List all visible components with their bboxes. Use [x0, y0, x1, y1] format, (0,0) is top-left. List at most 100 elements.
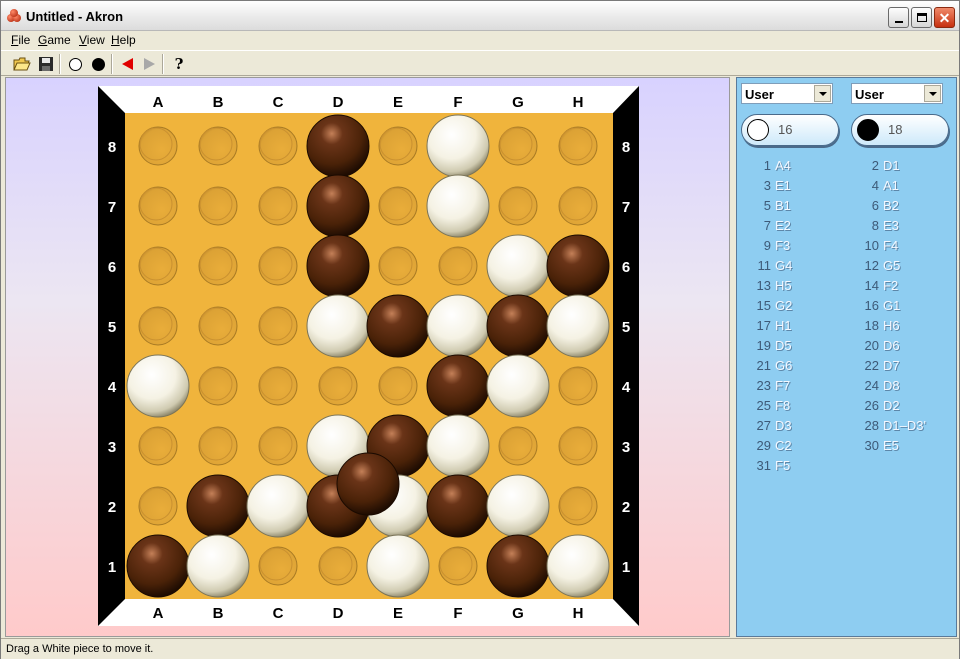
black-stone[interactable]: [306, 114, 370, 178]
side-panel: User User 16 18 1 A4 3 E1 5 B1 7 E2 9 F3 11 G4…: [736, 77, 957, 637]
game-board[interactable]: A A B B C C D D E E F F G G H H 8 8 7 7 6 6 5 5 4 4 3 3 2 2 1 1: [6, 78, 729, 636]
column-label-top: D: [333, 94, 344, 111]
column-label-top: C: [273, 94, 284, 111]
move-entry[interactable]: 24 D8: [855, 378, 926, 398]
white-stone[interactable]: [126, 354, 190, 418]
move-entry[interactable]: 3 E1: [747, 178, 792, 198]
move-entry[interactable]: 28 D1–D3': [855, 418, 926, 438]
floppy-disk-icon: [39, 57, 53, 71]
black-stone[interactable]: [546, 234, 610, 298]
move-entry[interactable]: 16 G1: [855, 298, 926, 318]
white-player-select[interactable]: User: [741, 83, 833, 104]
column-label-bottom: C: [273, 605, 284, 622]
move-entry[interactable]: 23 F7: [747, 378, 792, 398]
move-entry[interactable]: 26 D2: [855, 398, 926, 418]
black-player-select[interactable]: User: [851, 83, 943, 104]
move-entry[interactable]: 12 G5: [855, 258, 926, 278]
move-entry[interactable]: 22 D7: [855, 358, 926, 378]
move-entry[interactable]: 17 H1: [747, 318, 792, 338]
white-stone[interactable]: [486, 474, 550, 538]
move-entry[interactable]: 31 F5: [747, 458, 792, 478]
app-window: Untitled - Akron ✕ File Game View Help ?…: [0, 0, 960, 659]
menu-view[interactable]: View: [79, 33, 105, 47]
column-label-top: H: [573, 94, 584, 111]
black-player-button[interactable]: [88, 54, 108, 74]
move-entry[interactable]: 7 E2: [747, 218, 792, 238]
black-stone[interactable]: [486, 534, 550, 598]
column-label-top: E: [393, 94, 403, 111]
move-entry[interactable]: 14 F2: [855, 278, 926, 298]
minimize-button[interactable]: [888, 7, 909, 28]
white-stone[interactable]: [426, 114, 490, 178]
row-label-left: 6: [108, 259, 116, 276]
row-label-left: 7: [108, 199, 116, 216]
title-bar[interactable]: Untitled - Akron ✕: [1, 1, 959, 31]
white-stone[interactable]: [426, 414, 490, 478]
close-button[interactable]: ✕: [934, 7, 955, 28]
help-button[interactable]: ?: [169, 54, 189, 74]
menu-help[interactable]: Help: [111, 33, 136, 47]
white-stone[interactable]: [246, 474, 310, 538]
undo-move-button[interactable]: [117, 54, 137, 74]
move-entry[interactable]: 13 H5: [747, 278, 792, 298]
move-entry[interactable]: 1 A4: [747, 158, 792, 178]
white-stone[interactable]: [486, 234, 550, 298]
redo-move-button[interactable]: [139, 54, 159, 74]
menu-game[interactable]: Game: [38, 33, 71, 47]
black-stone[interactable]: [186, 474, 250, 538]
chevron-down-icon[interactable]: [924, 85, 941, 102]
move-entry[interactable]: 9 F3: [747, 238, 792, 258]
move-entry[interactable]: 15 G2: [747, 298, 793, 318]
move-entry[interactable]: 5 B1: [747, 198, 792, 218]
black-move-list: 2 D1 4 A1 6 B2 8 E3 10 F4 12 G5 14 F2 16 G1 18 H6…: [855, 158, 926, 458]
white-stone[interactable]: [546, 294, 610, 358]
white-stone[interactable]: [366, 534, 430, 598]
minimize-icon: [894, 20, 903, 23]
move-entry[interactable]: 11 G4: [747, 258, 793, 278]
move-entry[interactable]: 19 D5: [747, 338, 792, 358]
window-title: Untitled - Akron: [26, 9, 124, 24]
black-stone[interactable]: [126, 534, 190, 598]
white-stone[interactable]: [306, 294, 370, 358]
white-stone[interactable]: [426, 174, 490, 238]
white-stone[interactable]: [426, 294, 490, 358]
move-entry[interactable]: 18 H6: [855, 318, 926, 338]
move-entry[interactable]: 6 B2: [855, 198, 926, 218]
menu-file[interactable]: File: [11, 33, 30, 47]
black-stone[interactable]: [486, 294, 550, 358]
move-entry[interactable]: 4 A1: [855, 178, 926, 198]
white-stone[interactable]: [186, 534, 250, 598]
black-stone[interactable]: [306, 234, 370, 298]
black-stone[interactable]: [426, 354, 490, 418]
black-stone[interactable]: [306, 174, 370, 238]
row-label-right: 4: [622, 379, 631, 396]
row-label-left: 3: [108, 439, 116, 456]
move-entry[interactable]: 8 E3: [855, 218, 926, 238]
white-stone-icon: [747, 119, 769, 141]
help-icon: ?: [174, 55, 184, 73]
move-entry[interactable]: 29 C2: [747, 438, 792, 458]
save-button[interactable]: [36, 54, 56, 74]
chevron-down-icon[interactable]: [814, 85, 831, 102]
app-logo-icon: [7, 9, 23, 23]
maximize-button[interactable]: [911, 7, 932, 28]
white-stone[interactable]: [486, 354, 550, 418]
move-entry[interactable]: 27 D3: [747, 418, 792, 438]
open-button[interactable]: [12, 54, 32, 74]
white-player-button[interactable]: [65, 54, 85, 74]
black-stone[interactable]: [366, 294, 430, 358]
black-stone[interactable]: [336, 452, 400, 516]
black-stone[interactable]: [426, 474, 490, 538]
white-stone[interactable]: [546, 534, 610, 598]
move-entry[interactable]: 2 D1: [855, 158, 926, 178]
move-entry[interactable]: 25 F8: [747, 398, 792, 418]
row-label-left: 2: [108, 499, 116, 516]
toolbar-separator: [111, 54, 113, 74]
move-entry[interactable]: 30 E5: [855, 438, 926, 458]
move-entry[interactable]: 20 D6: [855, 338, 926, 358]
move-entry[interactable]: 21 G6: [747, 358, 793, 378]
row-label-right: 7: [622, 199, 630, 216]
move-entry[interactable]: 10 F4: [855, 238, 926, 258]
maximize-icon: [916, 13, 927, 22]
board-top-band: [98, 86, 639, 113]
